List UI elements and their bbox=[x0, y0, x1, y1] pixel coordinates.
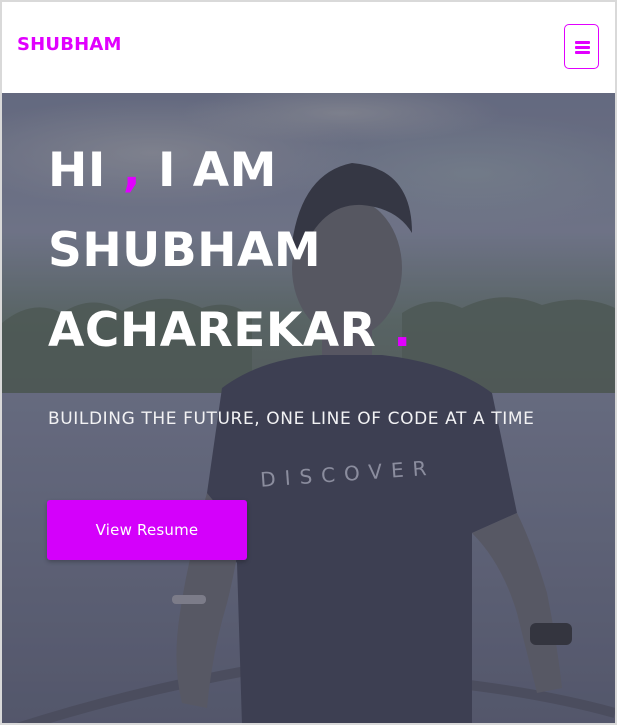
hero-title-dot: . bbox=[393, 303, 412, 358]
hero-title-first-name: SHUBHAM bbox=[48, 223, 322, 278]
hero-title: HI , I AM SHUBHAM ACHAREKAR . bbox=[48, 131, 412, 371]
brand-logo[interactable]: SHUBHAM bbox=[17, 34, 122, 55]
page: SHUBHAM DISCOVER HI , I AM SHUBHAM ACHAR… bbox=[0, 0, 617, 725]
hero-subtitle: BUILDING THE FUTURE, ONE LINE OF CODE AT… bbox=[48, 409, 535, 429]
view-resume-button[interactable]: View Resume bbox=[47, 500, 247, 560]
navbar: SHUBHAM bbox=[2, 2, 615, 93]
hero-title-comma: , bbox=[122, 143, 142, 198]
hero-title-last-name: ACHAREKAR bbox=[48, 303, 377, 358]
menu-toggle-button[interactable] bbox=[564, 24, 599, 69]
hero-title-i-am: I AM bbox=[157, 143, 277, 198]
hero-section: DISCOVER HI , I AM SHUBHAM ACHAREKAR . B… bbox=[2, 93, 615, 723]
hero-title-hi: HI bbox=[48, 143, 106, 198]
